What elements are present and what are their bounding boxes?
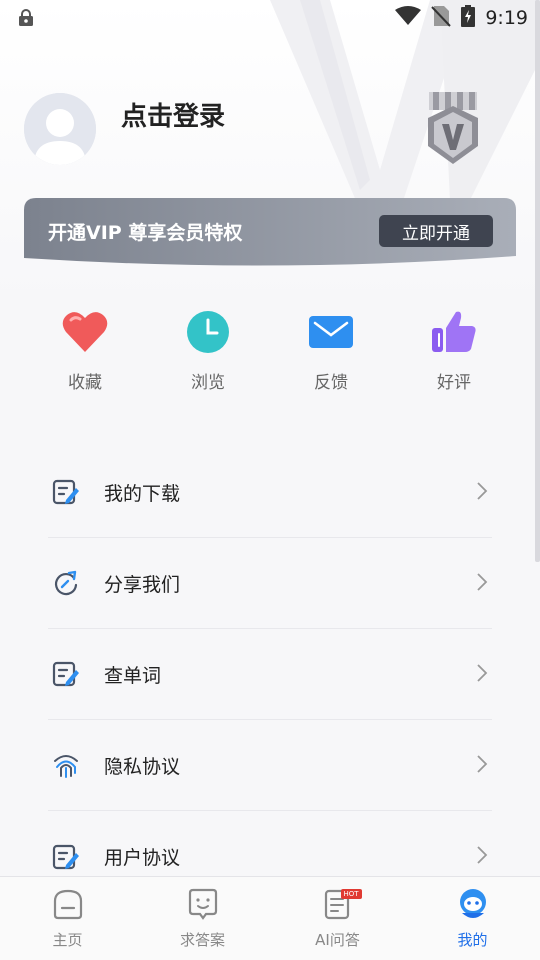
clock-icon <box>184 308 232 356</box>
quick-action-label: 浏览 <box>191 373 225 393</box>
quick-action-favorites[interactable]: 收藏 <box>35 308 135 393</box>
status-bar: 9:19 <box>0 0 540 36</box>
scrollbar[interactable] <box>535 0 540 562</box>
mail-icon <box>307 308 355 356</box>
quick-action-feedback[interactable]: 反馈 <box>281 308 381 393</box>
menu-item-label: 隐私协议 <box>104 755 181 778</box>
hot-badge: HOT <box>340 889 362 899</box>
fingerprint-icon <box>52 751 80 779</box>
share-refresh-icon <box>52 569 80 597</box>
menu-item-label: 分享我们 <box>104 573 181 596</box>
quick-action-rate[interactable]: 好评 <box>404 308 504 393</box>
vip-banner[interactable]: 开通VIP 尊享会员特权 立即开通 <box>24 198 516 268</box>
login-link[interactable]: 点击登录 <box>121 96 225 133</box>
tab-home[interactable]: 主页 <box>0 877 135 960</box>
chevron-right-icon <box>476 572 488 596</box>
no-sim-icon <box>431 5 452 31</box>
quick-action-label: 收藏 <box>68 373 102 393</box>
heart-icon <box>61 308 109 356</box>
tab-label: AI问答 <box>315 931 360 949</box>
home-icon <box>51 887 85 921</box>
chevron-right-icon <box>476 481 488 505</box>
menu-item-share[interactable]: 分享我们 <box>48 538 492 629</box>
clock-time: 9:19 <box>485 7 528 29</box>
profile-mascot-icon <box>456 887 490 921</box>
menu-item-dictionary[interactable]: 查单词 <box>48 629 492 720</box>
document-icon: HOT <box>321 887 362 921</box>
bottom-tab-bar: 主页 求答案 HOT AI问答 我的 <box>0 876 540 960</box>
edit-note-icon <box>52 478 80 506</box>
tab-label: 求答案 <box>179 931 225 949</box>
menu-item-label: 用户协议 <box>104 847 181 869</box>
thumbs-up-icon <box>430 308 478 356</box>
tab-label: 主页 <box>52 931 83 949</box>
vip-medal-icon[interactable] <box>424 92 482 166</box>
edit-note-icon <box>52 843 80 871</box>
quick-actions: 收藏 浏览 反馈 好评 <box>0 308 540 408</box>
tab-ask[interactable]: 求答案 <box>135 877 270 960</box>
chevron-right-icon <box>476 845 488 869</box>
default-avatar-icon <box>24 93 96 165</box>
chevron-right-icon <box>476 663 488 687</box>
menu-item-label: 查单词 <box>104 664 162 687</box>
battery-charging-icon <box>461 5 476 31</box>
quick-action-label: 好评 <box>437 373 471 393</box>
tab-label: 我的 <box>457 931 488 949</box>
avatar[interactable] <box>24 93 96 165</box>
tab-ai-qa[interactable]: HOT AI问答 <box>270 877 405 960</box>
open-vip-button[interactable]: 立即开通 <box>379 215 493 247</box>
chevron-right-icon <box>476 754 488 778</box>
chat-icon <box>186 887 220 921</box>
menu-item-downloads[interactable]: 我的下载 <box>48 447 492 538</box>
menu-item-privacy[interactable]: 隐私协议 <box>48 720 492 811</box>
edit-note-icon <box>52 660 80 688</box>
quick-action-label: 反馈 <box>314 373 348 393</box>
quick-action-history[interactable]: 浏览 <box>158 308 258 393</box>
tab-mine[interactable]: 我的 <box>405 877 540 960</box>
menu-item-label: 我的下载 <box>104 482 181 505</box>
lock-icon <box>18 9 34 31</box>
wifi-icon <box>395 6 422 30</box>
vip-promo-text: 开通VIP 尊享会员特权 <box>48 222 243 244</box>
settings-menu: 我的下载 分享我们 查单词 隐私协议 用户协议 <box>48 447 492 902</box>
